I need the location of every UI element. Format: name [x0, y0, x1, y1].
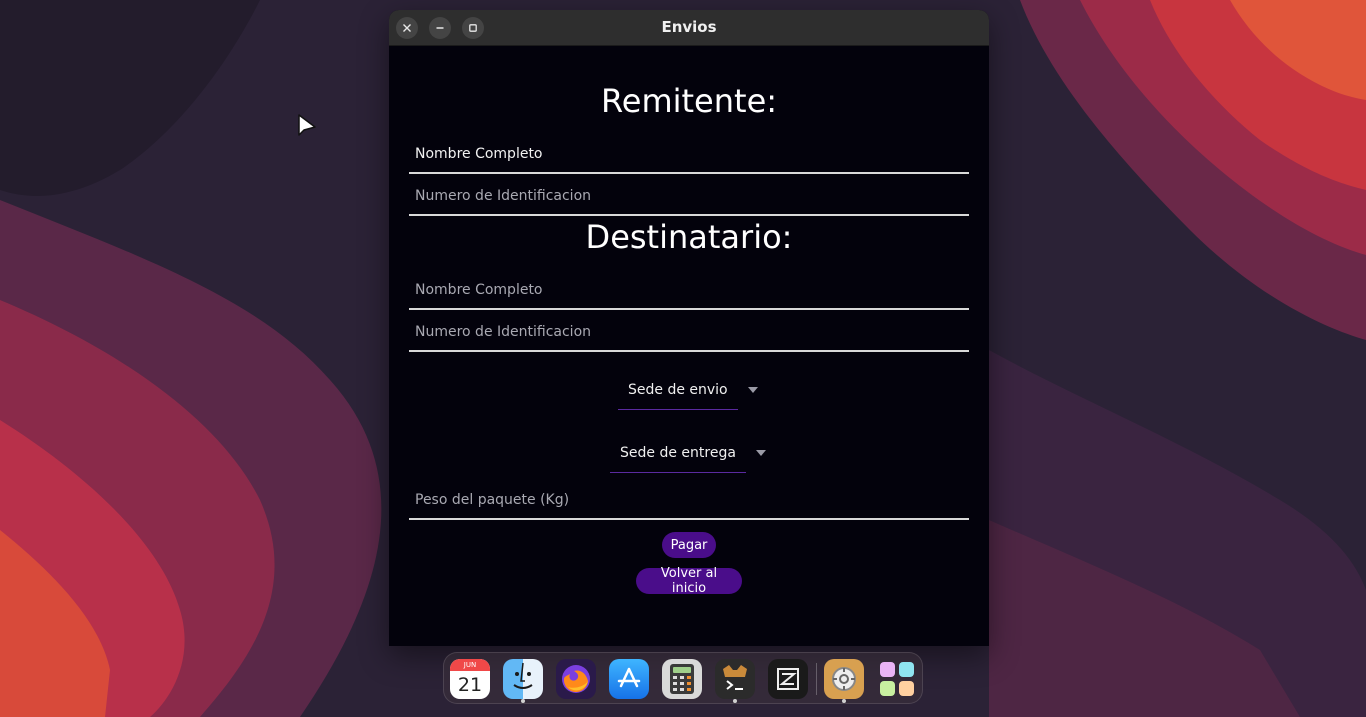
app-store-logo-icon: [617, 667, 641, 688]
sender-name-field: [409, 134, 969, 174]
calculator-keys-icon: [670, 664, 694, 694]
firefox-icon[interactable]: [556, 659, 596, 699]
calendar-day: 21: [457, 674, 483, 696]
package-weight-input[interactable]: [409, 480, 969, 518]
chevron-down-icon: [747, 387, 758, 393]
mouse-cursor-icon: [298, 114, 316, 136]
package-weight-field: [409, 480, 969, 520]
calendar-month: JUN: [450, 659, 490, 671]
dock-separator: [816, 663, 817, 695]
window-title: Envios: [661, 18, 717, 36]
destination-branch-dropdown[interactable]: Sede de entrega: [610, 433, 766, 473]
sender-heading: Remitente:: [600, 82, 778, 120]
terminal-icon[interactable]: [715, 659, 755, 699]
envios-window: Envios Remitente: Destinatario: Sede de …: [389, 10, 989, 646]
recipient-id-field: [409, 312, 969, 352]
recipient-name-input[interactable]: [409, 270, 969, 308]
finder-icon[interactable]: [503, 659, 543, 699]
sender-id-field: [409, 176, 969, 216]
gear-icon: [832, 667, 856, 691]
terminal-prompt-icon: [723, 665, 747, 690]
app-store-icon[interactable]: [609, 659, 649, 699]
dock: JUN 21: [443, 652, 923, 704]
back-to-home-button[interactable]: Volver al inicio: [636, 566, 742, 596]
recipient-name-field: [409, 270, 969, 310]
editor-logo-icon: [777, 668, 799, 690]
recipient-id-input[interactable]: [409, 312, 969, 350]
shipping-form: Remitente: Destinatario: Sede de envio S…: [389, 46, 989, 646]
launchpad-icon[interactable]: [877, 659, 917, 699]
text-editor-icon[interactable]: [768, 659, 808, 699]
calculator-icon[interactable]: [662, 659, 702, 699]
recipient-heading: Destinatario:: [585, 218, 793, 256]
firefox-logo-icon: [562, 665, 590, 693]
sender-id-input[interactable]: [409, 176, 969, 214]
pay-button[interactable]: Pagar: [662, 532, 716, 558]
system-settings-icon[interactable]: [824, 659, 864, 699]
settings-running-indicator: [842, 699, 846, 703]
origin-branch-dropdown[interactable]: Sede de envio: [618, 370, 758, 410]
finder-face-icon: [513, 662, 533, 689]
sender-name-input[interactable]: [409, 134, 969, 172]
window-titlebar[interactable]: Envios: [389, 10, 989, 46]
finder-running-indicator: [521, 699, 525, 703]
app-grid-icon: [880, 662, 914, 696]
terminal-running-indicator: [733, 699, 737, 703]
calendar-icon[interactable]: JUN 21: [450, 659, 490, 699]
origin-branch-label: Sede de envio: [618, 370, 738, 410]
destination-branch-label: Sede de entrega: [610, 433, 746, 473]
chevron-down-icon: [755, 450, 766, 456]
